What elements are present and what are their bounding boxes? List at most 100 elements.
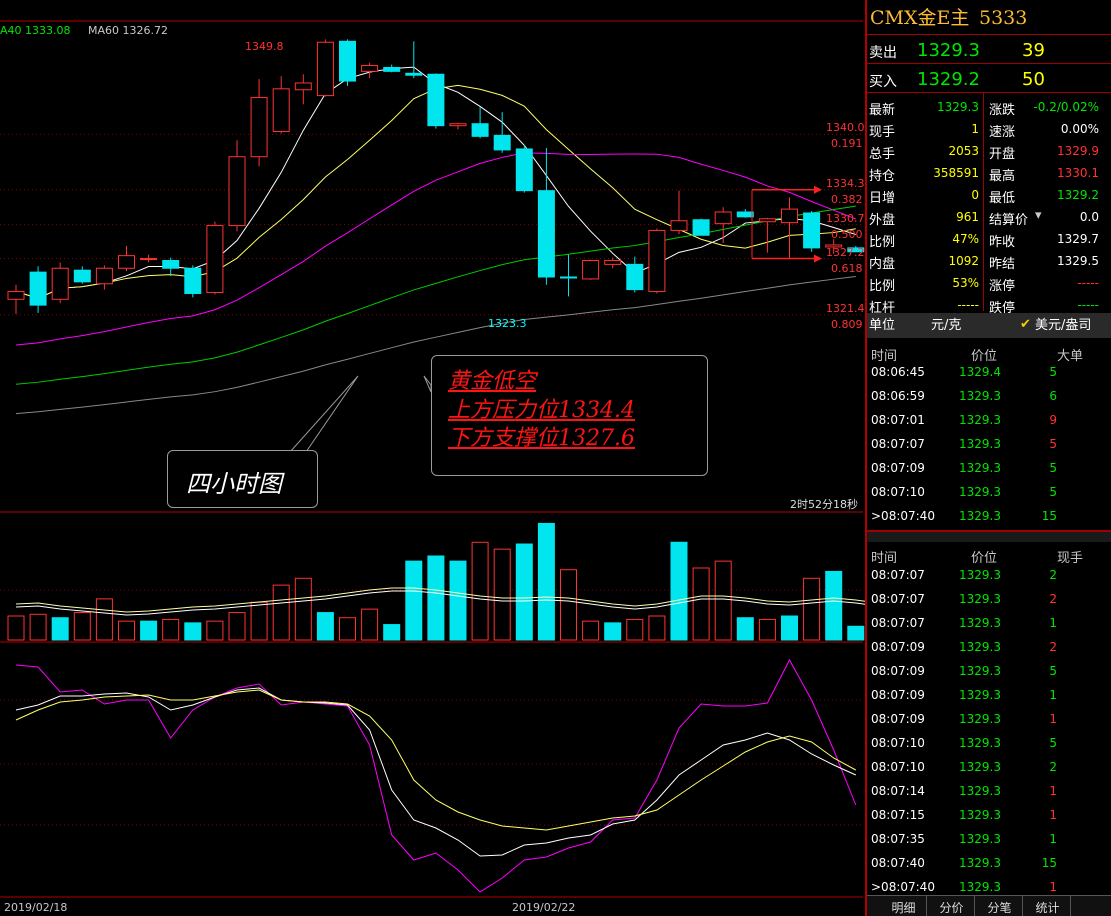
tab-detail[interactable]: 明细 [881, 896, 927, 916]
quote-label: 内盘 [869, 257, 896, 272]
quote-value: 358591 [933, 166, 979, 180]
big-order-row: 08:07:09 1329.3 5 [867, 456, 1111, 480]
row-qty: 1 [1049, 616, 1057, 630]
candle-body [405, 72, 423, 76]
row-qty: 5 [1049, 664, 1057, 678]
buy-qty: 50 [1022, 69, 1045, 90]
quote-label: 结算价 [989, 213, 1029, 228]
tick-row: 08:07:07 1329.3 2 [867, 563, 1111, 587]
volume-bar [140, 620, 158, 641]
row-time: 08:06:45 [871, 365, 925, 379]
row-qty: 9 [1049, 413, 1057, 427]
quote-row: 最新 1329.3 涨跌 -0.2/0.02% [867, 95, 1111, 118]
candle-body [140, 258, 158, 261]
volume-bar [781, 615, 798, 641]
tick-row: 08:07:40 1329.3 15 [867, 851, 1111, 875]
candle-body [471, 123, 489, 137]
quote-row: 杠杆 ----- 跌停 ----- [867, 293, 1111, 316]
kdj-d-line [15, 689, 857, 831]
volume-bar [515, 543, 533, 641]
row-price: 1329.3 [959, 461, 1001, 475]
quote-value: 53% [952, 276, 979, 290]
big-order-row: 08:06:59 1329.3 6 [867, 384, 1111, 408]
row-time: 08:07:40 [871, 856, 925, 870]
quote-value: 1 [971, 122, 979, 136]
quote-panel: CMX金E主 5333 卖出 1329.3 39 买入 1329.2 50 最新… [865, 0, 1111, 916]
tab-stats[interactable]: 统计 [1025, 896, 1071, 916]
volume-bar [294, 577, 312, 641]
volume-bar [383, 624, 401, 641]
buy-price: 1329.2 [917, 69, 980, 90]
row-qty: 1 [1049, 880, 1057, 894]
quote-label: 现手 [869, 125, 896, 140]
candle-body [515, 148, 533, 192]
tab-price-dist[interactable]: 分价 [929, 896, 975, 916]
callout-pointer [288, 375, 359, 453]
quote-label: 速涨 [989, 125, 1016, 140]
big-order-row: 08:06:45 1329.4 5 [867, 360, 1111, 384]
tick-row: 08:07:07 1329.3 2 [867, 587, 1111, 611]
volume-bar [7, 615, 25, 641]
tick-row: 08:07:07 1329.3 1 [867, 611, 1111, 635]
row-price: 1329.3 [959, 389, 1001, 403]
row-qty: 1 [1049, 688, 1057, 702]
quote-label: 比例 [869, 235, 896, 250]
unit-option-rmb[interactable]: 元/克 [931, 319, 961, 332]
quote-row: 日增 0 最低 1329.2 [867, 183, 1111, 206]
row-time: 08:07:10 [871, 760, 925, 774]
volume-bar [736, 617, 754, 641]
sell-row: 卖出 1329.3 39 [867, 38, 1111, 61]
volume-bar [692, 567, 710, 641]
unit-option-usd[interactable]: 美元/盎司 [1035, 319, 1091, 332]
candle-body [604, 260, 622, 265]
volume-bar [73, 612, 91, 641]
volume-bar [537, 522, 555, 641]
volume-bar [714, 560, 732, 641]
date-label-1: 2019/02/18 [4, 901, 68, 914]
high-price-label: 1349.8 [245, 40, 284, 53]
quote-row: 比例 47% 昨收 1329.7 [867, 227, 1111, 250]
fib-ratio-label: 0.191 [831, 137, 863, 151]
low-price-label: 1323.3 [488, 317, 527, 330]
tab-bar: 明细 分价 分笔 统计 [867, 895, 1111, 916]
quote-row: 持仓 358591 最高 1330.1 [867, 161, 1111, 184]
row-time: 08:07:10 [871, 485, 925, 499]
candle-body [29, 271, 47, 306]
volume-bar [648, 615, 666, 641]
quote-label: 最低 [989, 191, 1016, 206]
candle-body [339, 40, 356, 82]
big-order-row: >08:07:40 1329.3 15 [867, 504, 1111, 528]
candle-body [714, 211, 732, 225]
volume-bar [162, 618, 180, 641]
fib-ratio-label: 0.809 [831, 317, 863, 331]
dropdown-icon[interactable]: ▾ [1035, 208, 1042, 223]
row-price: 1329.3 [959, 485, 1001, 499]
row-price: 1329.4 [959, 365, 1001, 379]
quote-value: 1329.9 [1057, 144, 1099, 158]
row-price: 1329.3 [959, 808, 1001, 822]
row-qty: 1 [1049, 808, 1057, 822]
big-order-row: 08:07:07 1329.3 5 [867, 432, 1111, 456]
candle-body [118, 255, 135, 269]
quote-value: 961 [956, 210, 979, 224]
tab-trades[interactable]: 分笔 [977, 896, 1023, 916]
quote-label: 外盘 [869, 213, 896, 228]
fib-ratio-label: 0.618 [831, 261, 863, 275]
quote-value: ----- [957, 298, 979, 312]
volume-bar [604, 622, 622, 641]
row-price: 1329.3 [959, 413, 1001, 427]
volume-bar [471, 541, 489, 641]
candle-body [228, 156, 246, 227]
quote-label: 持仓 [869, 169, 896, 184]
volume-bar [316, 612, 334, 641]
ma60-legend: MA60 1326.72 [88, 24, 168, 37]
candle-body [626, 263, 644, 291]
row-price: 1329.3 [959, 568, 1001, 582]
row-qty: 5 [1049, 461, 1057, 475]
volume-bar [51, 617, 69, 641]
tick-row: 08:07:09 1329.3 1 [867, 707, 1111, 731]
unit-label: 单位 [869, 318, 896, 333]
check-icon: ✔ [1020, 317, 1031, 332]
row-qty: 2 [1049, 568, 1057, 582]
row-time: 08:07:07 [871, 437, 925, 451]
